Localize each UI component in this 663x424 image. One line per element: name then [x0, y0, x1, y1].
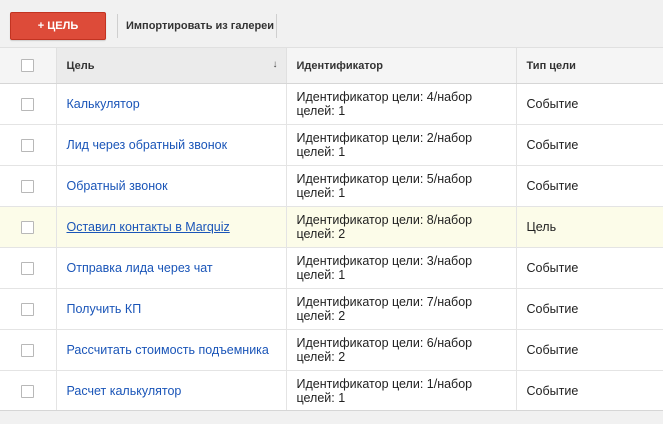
- goal-type: Событие: [526, 179, 579, 193]
- column-header-identifier[interactable]: Идентификатор: [286, 47, 517, 84]
- goal-identifier: Идентификатор цели: 4/набор целей: 1: [296, 90, 473, 118]
- column-header-goal[interactable]: Цель ↓: [56, 47, 287, 84]
- goal-type-cell: Событие: [516, 83, 663, 125]
- goal-type-cell: Событие: [516, 329, 663, 371]
- column-header-goal-type-label: Тип цели: [526, 59, 576, 72]
- goal-name-cell: Обратный звонок: [56, 165, 287, 207]
- goal-identifier-cell: Идентификатор цели: 4/набор целей: 1: [286, 83, 517, 125]
- table-row: Отправка лида через чат Идентификатор це…: [0, 247, 663, 289]
- goal-name-cell: Получить КП: [56, 288, 287, 330]
- row-select-cell: [0, 288, 57, 330]
- table-row: Лид через обратный звонок Идентификатор …: [0, 124, 663, 166]
- goal-type: Событие: [526, 261, 579, 275]
- table-row: Обратный звонок Идентификатор цели: 5/на…: [0, 165, 663, 207]
- goal-type: Событие: [526, 302, 579, 316]
- row-select-cell: [0, 206, 57, 248]
- goal-identifier-cell: Идентификатор цели: 2/набор целей: 1: [286, 124, 517, 166]
- import-from-gallery-button[interactable]: Импортировать из галереи: [126, 12, 274, 40]
- goal-identifier: Идентификатор цели: 7/набор целей: 2: [296, 295, 473, 323]
- table-row: Получить КП Идентификатор цели: 7/набор …: [0, 288, 663, 330]
- goal-link[interactable]: Отправка лида через чат: [67, 261, 213, 275]
- column-header-goal-label: Цель: [66, 59, 95, 72]
- goal-type: Событие: [526, 343, 579, 357]
- goal-link[interactable]: Обратный звонок: [67, 179, 168, 193]
- goal-type-cell: Событие: [516, 165, 663, 207]
- goal-identifier: Идентификатор цели: 6/набор целей: 2: [296, 336, 473, 364]
- toolbar-divider: [276, 14, 277, 38]
- goals-table: Цель ↓ Идентификатор Тип цели Калькулято…: [0, 47, 663, 412]
- goal-link[interactable]: Расчет калькулятор: [67, 384, 182, 398]
- goal-link[interactable]: Лид через обратный звонок: [67, 138, 228, 152]
- row-checkbox[interactable]: [21, 180, 35, 194]
- goal-name-cell: Расчет калькулятор: [56, 370, 287, 412]
- goal-link[interactable]: Оставил контакты в Marquiz: [67, 220, 230, 234]
- row-select-cell: [0, 329, 57, 371]
- goal-type-cell: Событие: [516, 370, 663, 412]
- table-row: Рассчитать стоимость подъемника Идентифи…: [0, 329, 663, 371]
- goal-identifier: Идентификатор цели: 8/набор целей: 2: [296, 213, 473, 241]
- row-checkbox[interactable]: [21, 344, 35, 358]
- table-footer: [0, 410, 663, 424]
- goal-type-cell: Цель: [516, 206, 663, 248]
- goal-name-cell: Калькулятор: [56, 83, 287, 125]
- goal-link[interactable]: Получить КП: [67, 302, 142, 316]
- goal-identifier: Идентификатор цели: 3/набор целей: 1: [296, 254, 473, 282]
- goal-name-cell: Отправка лида через чат: [56, 247, 287, 289]
- column-header-goal-type[interactable]: Тип цели: [516, 47, 663, 84]
- goal-type: Событие: [526, 97, 579, 111]
- goal-type: Событие: [526, 384, 579, 398]
- goal-type: Событие: [526, 138, 579, 152]
- row-select-cell: [0, 165, 57, 207]
- table-row: Расчет калькулятор Идентификатор цели: 1…: [0, 370, 663, 412]
- row-checkbox[interactable]: [21, 98, 35, 112]
- row-checkbox[interactable]: [21, 139, 35, 153]
- goal-name-cell: Оставил контакты в Marquiz: [56, 206, 287, 248]
- select-all-checkbox[interactable]: [21, 59, 35, 72]
- toolbar-divider: [117, 14, 118, 38]
- add-goal-button[interactable]: + ЦЕЛЬ: [10, 12, 106, 40]
- goal-identifier: Идентификатор цели: 2/набор целей: 1: [296, 131, 473, 159]
- row-select-cell: [0, 247, 57, 289]
- goal-link[interactable]: Калькулятор: [67, 97, 140, 111]
- goal-identifier-cell: Идентификатор цели: 8/набор целей: 2: [286, 206, 517, 248]
- row-checkbox[interactable]: [21, 221, 35, 235]
- row-checkbox[interactable]: [21, 385, 35, 399]
- goal-link[interactable]: Рассчитать стоимость подъемника: [67, 343, 269, 357]
- row-checkbox[interactable]: [21, 262, 35, 276]
- goal-identifier-cell: Идентификатор цели: 6/набор целей: 2: [286, 329, 517, 371]
- sort-arrow-down-icon[interactable]: ↓: [273, 59, 278, 70]
- table-row: Калькулятор Идентификатор цели: 4/набор …: [0, 83, 663, 125]
- goal-type-cell: Событие: [516, 124, 663, 166]
- select-all-header: [0, 47, 57, 84]
- row-select-cell: [0, 124, 57, 166]
- column-header-identifier-label: Идентификатор: [296, 59, 384, 72]
- table-row: Оставил контакты в Marquiz Идентификатор…: [0, 206, 663, 248]
- table-header-row: Цель ↓ Идентификатор Тип цели: [0, 47, 663, 84]
- goal-name-cell: Лид через обратный звонок: [56, 124, 287, 166]
- goal-identifier: Идентификатор цели: 1/набор целей: 1: [296, 377, 473, 405]
- goal-identifier-cell: Идентификатор цели: 7/набор целей: 2: [286, 288, 517, 330]
- toolbar: + ЦЕЛЬ Импортировать из галереи: [0, 0, 663, 50]
- goal-type: Цель: [526, 220, 557, 234]
- goal-type-cell: Событие: [516, 247, 663, 289]
- goal-type-cell: Событие: [516, 288, 663, 330]
- row-select-cell: [0, 83, 57, 125]
- goal-identifier-cell: Идентификатор цели: 1/набор целей: 1: [286, 370, 517, 412]
- row-select-cell: [0, 370, 57, 412]
- goal-name-cell: Рассчитать стоимость подъемника: [56, 329, 287, 371]
- goal-identifier: Идентификатор цели: 5/набор целей: 1: [296, 172, 473, 200]
- goal-identifier-cell: Идентификатор цели: 5/набор целей: 1: [286, 165, 517, 207]
- goal-identifier-cell: Идентификатор цели: 3/набор целей: 1: [286, 247, 517, 289]
- row-checkbox[interactable]: [21, 303, 35, 317]
